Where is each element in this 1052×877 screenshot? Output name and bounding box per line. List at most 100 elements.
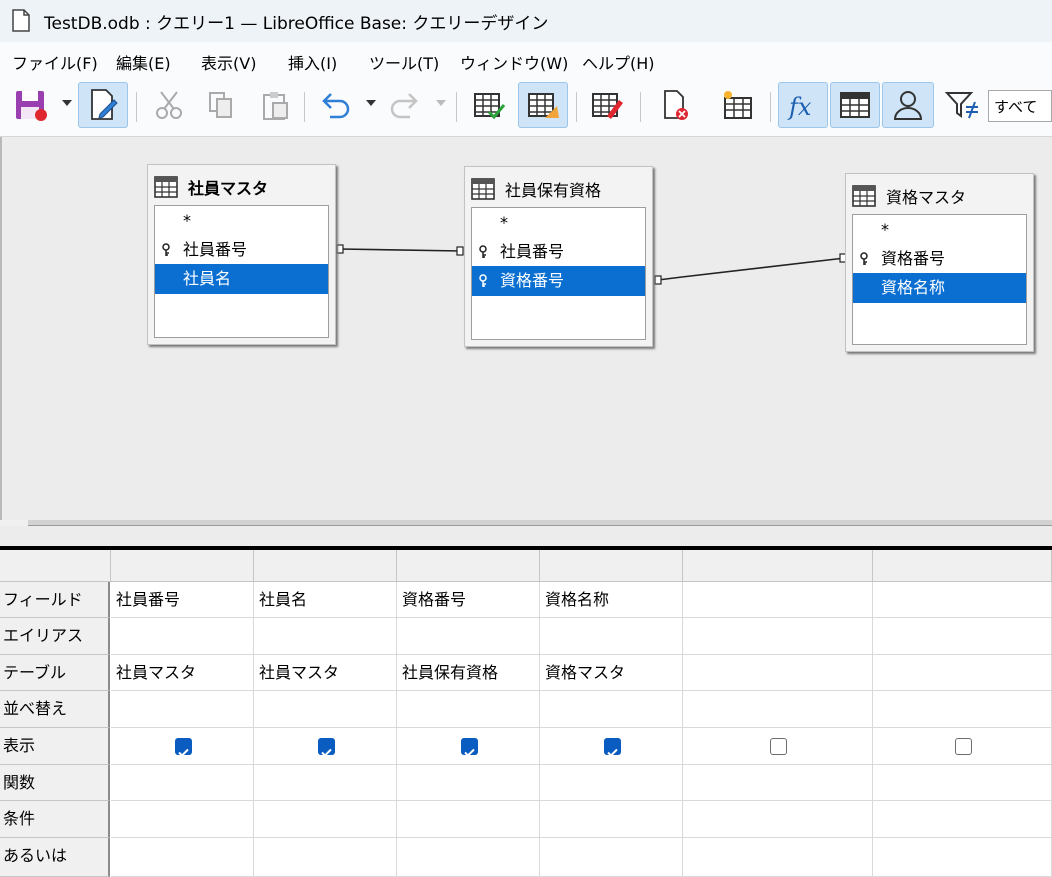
menu-help[interactable]: ヘルプ(H): [582, 50, 655, 74]
field-row[interactable]: 社員番号: [155, 235, 328, 265]
grid-cell-visible[interactable]: [540, 728, 683, 765]
redo-dropdown-icon[interactable]: [436, 100, 446, 106]
grid-cell-or[interactable]: [111, 838, 254, 877]
grid-cell-alias[interactable]: [683, 618, 873, 655]
grid-cell-function[interactable]: [111, 765, 254, 801]
grid-cell-field[interactable]: 資格名称: [540, 582, 683, 618]
menu-file[interactable]: ファイル(F): [12, 50, 98, 74]
grid-cell-criteria[interactable]: [683, 801, 873, 838]
field-row-all[interactable]: *: [155, 206, 328, 236]
grid-cell-table[interactable]: [683, 655, 873, 691]
grid-cell-or[interactable]: [540, 838, 683, 877]
table-window-header[interactable]: 社員マスタ: [154, 175, 268, 199]
visible-checkbox[interactable]: [461, 738, 478, 757]
run-query-button[interactable]: [466, 82, 512, 128]
grid-cell-alias[interactable]: [540, 618, 683, 655]
table-window-shikaku-master[interactable]: 資格マスタ * 資格番号 資格名称: [845, 173, 1034, 352]
undo-dropdown-icon[interactable]: [366, 100, 376, 106]
grid-cell-or[interactable]: [397, 838, 540, 877]
menu-tools[interactable]: ツール(T): [369, 50, 439, 74]
grid-cell-table[interactable]: 社員マスタ: [254, 655, 397, 691]
query-grid[interactable]: フィールド エイリアス テーブル 並べ替え 表示 関数 条件 あるいは 社員番号…: [0, 550, 1052, 877]
menu-edit[interactable]: 編集(E): [116, 50, 171, 74]
grid-cell-table[interactable]: 社員保有資格: [397, 655, 540, 691]
grid-cell-criteria[interactable]: [540, 801, 683, 838]
grid-cell-function[interactable]: [397, 765, 540, 801]
table-window-shain-master[interactable]: 社員マスタ * 社員番号 社員名: [147, 164, 336, 345]
visible-checkbox[interactable]: [318, 738, 335, 757]
grid-cell-criteria[interactable]: [873, 801, 1052, 838]
grid-cell-function[interactable]: [873, 765, 1052, 801]
grid-cell-criteria[interactable]: [111, 801, 254, 838]
grid-cell-sort[interactable]: [254, 691, 397, 728]
grid-cell-sort[interactable]: [873, 691, 1052, 728]
grid-cell-visible[interactable]: [683, 728, 873, 765]
table-window-header[interactable]: 資格マスタ: [852, 184, 966, 208]
delete-table-button[interactable]: [652, 82, 698, 128]
undo-button[interactable]: [312, 82, 358, 128]
grid-cell-visible[interactable]: [254, 728, 397, 765]
grid-cell-or[interactable]: [683, 838, 873, 877]
grid-cell-criteria[interactable]: [397, 801, 540, 838]
column-header[interactable]: [254, 550, 397, 582]
grid-cell-table[interactable]: 資格マスタ: [540, 655, 683, 691]
grid-cell-visible[interactable]: [397, 728, 540, 765]
grid-cell-sort[interactable]: [540, 691, 683, 728]
grid-cell-table[interactable]: 社員マスタ: [111, 655, 254, 691]
edit-mode-button[interactable]: [78, 82, 128, 128]
visible-checkbox[interactable]: [175, 738, 192, 757]
grid-cell-function[interactable]: [540, 765, 683, 801]
grid-cell-alias[interactable]: [111, 618, 254, 655]
switch-design-button[interactable]: [584, 82, 630, 128]
menu-view[interactable]: 表示(V): [201, 50, 256, 74]
grid-cell-sort[interactable]: [111, 691, 254, 728]
menu-window[interactable]: ウィンドウ(W): [460, 50, 568, 74]
grid-cell-field[interactable]: [873, 582, 1052, 618]
column-header[interactable]: [397, 550, 540, 582]
functions-button[interactable]: fx: [778, 82, 828, 128]
add-table-button[interactable]: [714, 82, 760, 128]
table-names-button[interactable]: [830, 82, 880, 128]
menu-insert[interactable]: 挿入(I): [288, 50, 337, 74]
field-row-all[interactable]: *: [853, 215, 1026, 245]
grid-cell-alias[interactable]: [397, 618, 540, 655]
redo-button[interactable]: [382, 82, 428, 128]
column-header[interactable]: [111, 550, 254, 582]
column-header[interactable]: [683, 550, 873, 582]
column-header[interactable]: [873, 550, 1052, 582]
field-row-all[interactable]: *: [472, 208, 645, 238]
grid-cell-sort[interactable]: [683, 691, 873, 728]
grid-cell-function[interactable]: [683, 765, 873, 801]
grid-cell-alias[interactable]: [873, 618, 1052, 655]
copy-button[interactable]: [198, 82, 244, 128]
paste-button[interactable]: [252, 82, 298, 128]
distinct-filter-button[interactable]: [940, 82, 984, 128]
grid-cell-table[interactable]: [873, 655, 1052, 691]
visible-checkbox[interactable]: [604, 738, 621, 757]
grid-cell-field[interactable]: 資格番号: [397, 582, 540, 618]
field-row-selected[interactable]: 資格番号: [472, 266, 645, 296]
table-window-header[interactable]: 社員保有資格: [471, 177, 601, 201]
visible-checkbox[interactable]: [955, 738, 972, 755]
grid-cell-alias[interactable]: [254, 618, 397, 655]
column-header[interactable]: [540, 550, 683, 582]
cut-button[interactable]: [146, 82, 192, 128]
alias-button[interactable]: [882, 82, 934, 128]
grid-cell-or[interactable]: [254, 838, 397, 877]
grid-cell-criteria[interactable]: [254, 801, 397, 838]
grid-cell-visible[interactable]: [111, 728, 254, 765]
field-row[interactable]: 社員番号: [472, 237, 645, 267]
save-dropdown-icon[interactable]: [62, 100, 72, 106]
grid-cell-sort[interactable]: [397, 691, 540, 728]
field-row[interactable]: 資格番号: [853, 244, 1026, 274]
table-window-shain-hoyu-shikaku[interactable]: 社員保有資格 * 社員番号 資格番号: [464, 166, 653, 347]
grid-cell-function[interactable]: [254, 765, 397, 801]
field-row-selected[interactable]: 社員名: [155, 264, 328, 294]
grid-cell-or[interactable]: [873, 838, 1052, 877]
save-button[interactable]: [8, 82, 54, 128]
filter-select[interactable]: すべて: [988, 90, 1052, 122]
field-row-selected[interactable]: 資格名称: [853, 273, 1026, 303]
grid-cell-field[interactable]: [683, 582, 873, 618]
clear-query-button[interactable]: [518, 82, 568, 128]
grid-cell-visible[interactable]: [873, 728, 1052, 765]
